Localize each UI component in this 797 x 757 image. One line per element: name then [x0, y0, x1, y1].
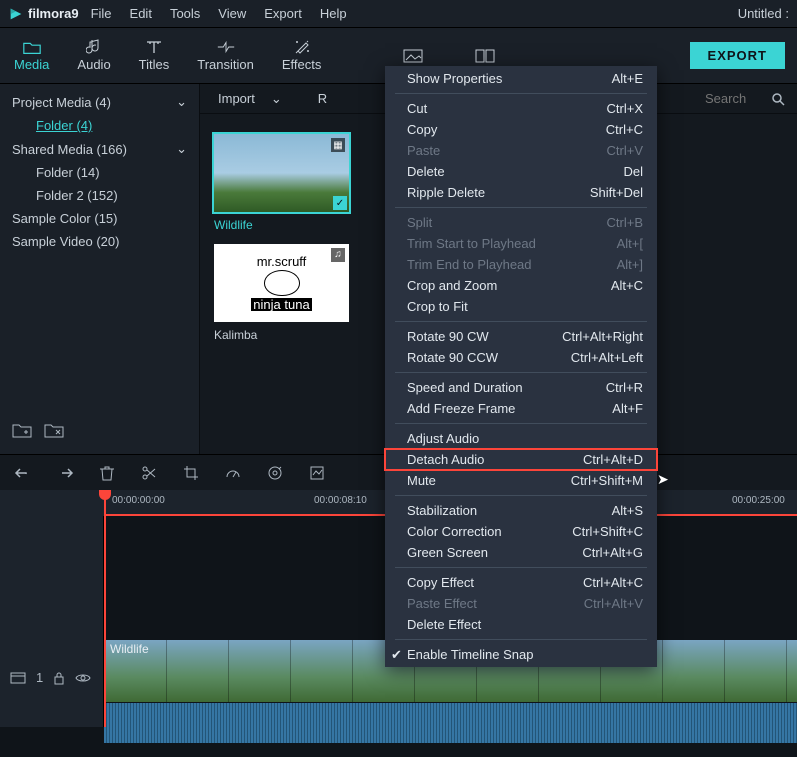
menubar: File Edit Tools View Export Help	[91, 6, 347, 21]
ctx-crop-to-fit[interactable]: Crop to Fit	[385, 296, 657, 317]
search-box[interactable]	[705, 91, 785, 106]
sidebar-item[interactable]: Project Media (4)⌄	[0, 90, 199, 114]
media-thumb-kalimba[interactable]: mr.scruff ninja tuna ♫ Kalimba	[214, 244, 349, 342]
export-button[interactable]: EXPORT	[690, 42, 785, 69]
selected-check-icon: ✓	[333, 196, 347, 210]
audio-icon	[84, 39, 104, 55]
menu-edit[interactable]: Edit	[130, 6, 152, 21]
ctx-crop-and-zoom[interactable]: Crop and ZoomAlt+C	[385, 275, 657, 296]
titles-icon	[144, 39, 164, 55]
document-title: Untitled :	[738, 6, 789, 21]
check-icon: ✔	[391, 647, 402, 663]
ctx-detach-audio[interactable]: Detach AudioCtrl+Alt+D	[385, 449, 657, 470]
sidebar-item[interactable]: Folder (14)	[0, 161, 199, 184]
ctx-mute[interactable]: MuteCtrl+Shift+M	[385, 470, 657, 491]
import-button[interactable]: Import ⌄	[212, 91, 288, 107]
sidebar-item[interactable]: Folder (4)	[0, 114, 199, 137]
playhead[interactable]	[104, 490, 106, 727]
ruler-tick: 00:00:00:00	[112, 495, 165, 506]
project-sidebar: Project Media (4)⌄Folder (4)Shared Media…	[0, 84, 200, 454]
ctx-enable-timeline-snap[interactable]: ✔Enable Timeline Snap	[385, 644, 657, 665]
sidebar-item[interactable]: Folder 2 (152)	[0, 184, 199, 207]
tab-titles[interactable]: Titles	[125, 28, 184, 83]
tab-audio[interactable]: Audio	[63, 28, 124, 83]
media-icon	[22, 39, 42, 55]
menu-help[interactable]: Help	[320, 6, 347, 21]
ctx-paste-effect: Paste EffectCtrl+Alt+V	[385, 593, 657, 614]
titlebar: filmora9 File Edit Tools View Export Help Unt…	[0, 0, 797, 28]
green-screen-icon[interactable]	[308, 464, 326, 482]
transition-icon	[216, 39, 236, 55]
delete-folder-icon[interactable]	[44, 422, 64, 438]
ctx-speed-and-duration[interactable]: Speed and DurationCtrl+R	[385, 377, 657, 398]
ctx-copy[interactable]: CopyCtrl+C	[385, 119, 657, 140]
tab-media[interactable]: Media	[0, 28, 63, 83]
mouse-cursor-icon: ➤	[657, 471, 669, 488]
media-thumb-wildlife[interactable]: ▦ ✓ Wildlife	[214, 134, 349, 232]
timeline-audio-clip[interactable]	[104, 703, 797, 743]
ctx-show-properties[interactable]: Show PropertiesAlt+E	[385, 68, 657, 89]
eye-icon[interactable]	[75, 673, 91, 683]
ctx-green-screen[interactable]: Green ScreenCtrl+Alt+G	[385, 542, 657, 563]
lock-icon[interactable]	[53, 671, 65, 685]
ctx-ripple-delete[interactable]: Ripple DeleteShift+Del	[385, 182, 657, 203]
search-input[interactable]	[705, 91, 765, 106]
new-folder-icon[interactable]	[12, 422, 32, 438]
delete-icon[interactable]	[98, 464, 116, 482]
tab-effects[interactable]: Effects	[268, 28, 336, 83]
ctx-delete-effect[interactable]: Delete Effect	[385, 614, 657, 635]
ctx-paste: PasteCtrl+V	[385, 140, 657, 161]
redo-icon[interactable]	[56, 464, 74, 482]
sidebar-item[interactable]: Sample Color (15)	[0, 207, 199, 230]
clip-label: Wildlife	[110, 642, 149, 656]
sidebar-item[interactable]: Shared Media (166)⌄	[0, 137, 199, 161]
ctx-split: SplitCtrl+B	[385, 212, 657, 233]
menu-view[interactable]: View	[218, 6, 246, 21]
ruler-tick: 00:00:25:00	[732, 495, 785, 506]
ctx-cut[interactable]: CutCtrl+X	[385, 98, 657, 119]
app-logo: filmora9	[8, 6, 79, 22]
track-type-icon	[10, 672, 26, 684]
speed-icon[interactable]	[224, 464, 242, 482]
chevron-down-icon: ⌄	[176, 141, 187, 157]
track-number: 1	[36, 670, 43, 685]
ctx-delete[interactable]: DeleteDel	[385, 161, 657, 182]
ctx-color-correction[interactable]: Color CorrectionCtrl+Shift+C	[385, 521, 657, 542]
ruler-tick: 00:00:08:10	[314, 495, 367, 506]
menu-tools[interactable]: Tools	[170, 6, 200, 21]
ctx-copy-effect[interactable]: Copy EffectCtrl+Alt+C	[385, 572, 657, 593]
picture-icon	[403, 48, 423, 64]
ctx-rotate-90-ccw[interactable]: Rotate 90 CCWCtrl+Alt+Left	[385, 347, 657, 368]
menu-file[interactable]: File	[91, 6, 112, 21]
video-type-icon: ▦	[331, 138, 345, 152]
menu-export[interactable]: Export	[264, 6, 302, 21]
audio-type-icon: ♫	[331, 248, 345, 262]
ctx-add-freeze-frame[interactable]: Add Freeze FrameAlt+F	[385, 398, 657, 419]
ctx-adjust-audio[interactable]: Adjust Audio	[385, 428, 657, 449]
split-icon[interactable]	[140, 464, 158, 482]
color-icon[interactable]	[266, 464, 284, 482]
search-icon	[771, 92, 785, 106]
effects-icon	[292, 39, 312, 55]
crop-icon[interactable]	[182, 464, 200, 482]
ctx-stabilization[interactable]: StabilizationAlt+S	[385, 500, 657, 521]
undo-icon[interactable]	[14, 464, 32, 482]
chevron-down-icon: ⌄	[271, 91, 282, 107]
thumb-label: Kalimba	[214, 328, 349, 342]
sidebar-item[interactable]: Sample Video (20)	[0, 230, 199, 253]
record-button[interactable]: R	[318, 91, 327, 106]
chevron-down-icon: ⌄	[176, 94, 187, 110]
ctx-rotate-90-cw[interactable]: Rotate 90 CWCtrl+Alt+Right	[385, 326, 657, 347]
ctx-trim-start-to-playhead: Trim Start to PlayheadAlt+[	[385, 233, 657, 254]
tab-transition[interactable]: Transition	[183, 28, 268, 83]
context-menu: Show PropertiesAlt+ECutCtrl+XCopyCtrl+CP…	[385, 66, 657, 667]
ctx-trim-end-to-playhead: Trim End to PlayheadAlt+]	[385, 254, 657, 275]
filmora-logo-icon	[8, 6, 24, 22]
split-screen-icon	[475, 48, 495, 64]
thumb-label: Wildlife	[214, 218, 349, 232]
